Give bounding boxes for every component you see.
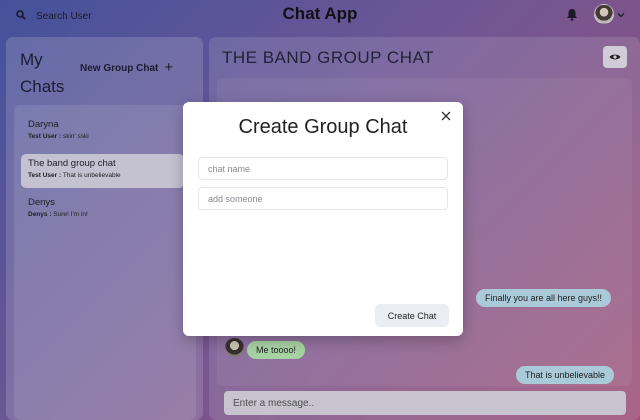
chat-name-input[interactable]	[198, 157, 448, 180]
close-icon[interactable]	[439, 109, 453, 123]
create-chat-button[interactable]: Create Chat	[375, 304, 449, 327]
create-group-chat-modal: Create Group Chat Create Chat	[183, 102, 463, 336]
add-user-input[interactable]	[198, 187, 448, 210]
modal-title: Create Group Chat	[238, 116, 408, 138]
